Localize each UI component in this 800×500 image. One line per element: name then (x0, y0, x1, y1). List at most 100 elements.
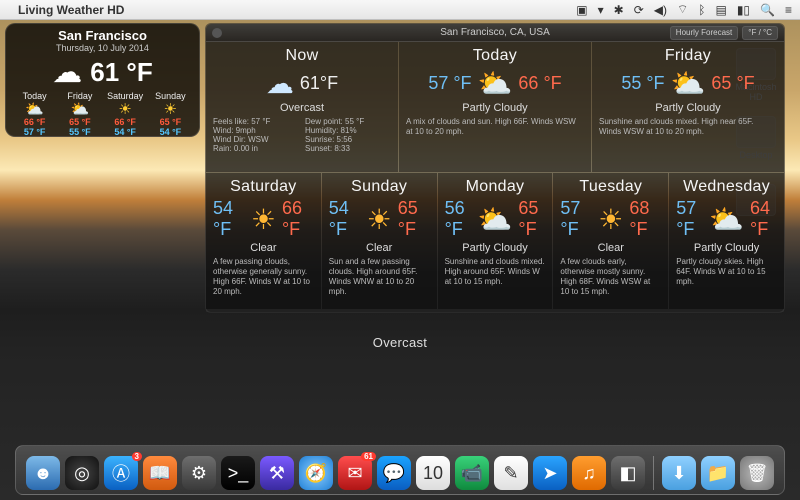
sunny-icon: ☀ (598, 203, 623, 236)
dock-terminal[interactable]: >_ (221, 456, 255, 490)
dock-itunes[interactable]: ♫ (572, 456, 606, 490)
widget-day-hi: 66 °F (103, 117, 148, 127)
detail-dew: Dew point: 55 °F (305, 117, 391, 126)
dock-facetime[interactable]: 📹 (455, 456, 489, 490)
launchpad-icon: ◎ (74, 463, 90, 484)
widget-day-name: Friday (57, 91, 102, 101)
dock-appstore[interactable]: Ⓐ3 (104, 456, 138, 490)
tile-condition: Partly Cloudy (676, 242, 777, 254)
hourly-forecast-button[interactable]: Hourly Forecast (670, 26, 738, 40)
dock-launchpad[interactable]: ◎ (65, 456, 99, 490)
volume-icon[interactable]: ◀) (654, 2, 667, 17)
mail-icon: ✉ (347, 463, 362, 484)
flag-icon[interactable]: ▤ (715, 2, 726, 17)
sync-icon[interactable]: ⟳ (634, 2, 644, 17)
trash-icon: 🗑 (746, 463, 769, 484)
evernote-icon[interactable]: ✱ (614, 2, 624, 17)
tile-lo-temp: 57 °F (428, 73, 471, 94)
airplay-icon[interactable]: ▣ (576, 2, 587, 17)
tile-hi-temp: 65 °F (398, 198, 430, 240)
ibooks-icon: 📖 (149, 463, 171, 484)
dock-calendar[interactable]: 10 (416, 456, 450, 490)
tile-hi-temp: 66 °F (518, 73, 561, 94)
tile-lo-temp: 55 °F (621, 73, 664, 94)
forecast-window: San Francisco, CA, USA Hourly Forecast °… (205, 23, 785, 313)
tile-lo-temp: 57 °F (676, 198, 703, 240)
menubar: Living Weather HD ▣ ▾ ✱ ⟳ ◀) ⌔ ᛒ ▤ ▮▯ 🔍 … (0, 0, 800, 20)
tile-title: Tuesday (560, 178, 661, 196)
tile-condition: Clear (560, 242, 661, 254)
spotlight-icon[interactable]: 🔍 (760, 2, 775, 17)
widget-location: San Francisco (12, 28, 193, 43)
sunny-icon: ☀ (103, 102, 148, 117)
notifications-icon[interactable]: ≡ (785, 2, 792, 17)
sunny-icon: ☀ (148, 102, 193, 117)
dock: ☻◎Ⓐ3📖⚙>_⚒🧭✉61💬10📹✎➤♫◧⬇📁🗑 (15, 445, 785, 495)
widget-day-lo: 55 °F (57, 127, 102, 137)
terminal-icon: >_ (228, 463, 249, 484)
tile-lo-temp: 56 °F (445, 198, 472, 240)
calendar-icon: 10 (423, 463, 443, 484)
weather-widget[interactable]: San Francisco Thursday, 10 July 2014 ☁ 6… (5, 23, 200, 137)
bluetooth-icon[interactable]: ᛒ (698, 2, 705, 17)
battery-icon[interactable]: ▮▯ (737, 2, 750, 17)
dock-mail[interactable]: ✉61 (338, 456, 372, 490)
dock-systemprefs[interactable]: ⚙ (182, 456, 216, 490)
tile-condition: Partly Cloudy (406, 102, 584, 114)
tile-condition: Partly Cloudy (445, 242, 546, 254)
tile-description: Sun and a few passing clouds. High aroun… (329, 257, 430, 297)
detail-humidity: Humidity: 81% (305, 126, 391, 135)
dock-notes[interactable]: ✎ (494, 456, 528, 490)
tile-description: A few clouds early, otherwise mostly sun… (560, 257, 661, 297)
dock-ibooks[interactable]: 📖 (143, 456, 177, 490)
facetime-icon: 📹 (461, 463, 483, 484)
detail-wind: Wind: 9mph (213, 126, 299, 135)
dock-messages[interactable]: 💬 (377, 456, 411, 490)
forecast-tile-wed: Wednesday 57 °F ⛅ 64 °F Partly Cloudy Pa… (669, 173, 784, 309)
tile-lo-temp: 57 °F (560, 198, 592, 240)
wifi-icon[interactable]: ⌔ (677, 2, 688, 17)
widget-day-name: Saturday (103, 91, 148, 101)
widget-day-hi: 65 °F (148, 117, 193, 127)
tile-hi-temp: 66 °F (282, 198, 314, 240)
detail-feels: Feels like: 57 °F (213, 117, 299, 126)
partly-sunny-icon: ⛅ (709, 203, 744, 236)
tile-title: Now (213, 47, 391, 65)
widget-day: Saturday ☀ 66 °F 54 °F (103, 91, 148, 137)
tile-title: Saturday (213, 178, 314, 196)
dock-xcode[interactable]: ⚒ (260, 456, 294, 490)
dock-app[interactable]: ◧ (611, 456, 645, 490)
forecast-tile-today: Today 57 °F ⛅ 66 °F Partly Cloudy A mix … (399, 42, 591, 172)
dock-downloads[interactable]: ⬇ (662, 456, 696, 490)
widget-current-temp: 61 °F (90, 57, 152, 88)
appstore-icon: Ⓐ (112, 460, 130, 486)
widget-day: Sunday ☀ 65 °F 54 °F (148, 91, 193, 137)
dock-maps[interactable]: ➤ (533, 456, 567, 490)
forecast-tile-mon: Monday 56 °F ⛅ 65 °F Partly Cloudy Sunsh… (438, 173, 553, 309)
tile-title: Monday (445, 178, 546, 196)
app-menu-title[interactable]: Living Weather HD (18, 3, 124, 17)
forecast-tile-tue: Tuesday 57 °F ☀ 68 °F Clear A few clouds… (553, 173, 668, 309)
window-titlebar[interactable]: San Francisco, CA, USA Hourly Forecast °… (206, 24, 784, 42)
partly-sunny-icon: ⛅ (12, 102, 57, 117)
systemprefs-icon: ⚙ (191, 463, 207, 484)
dock-folder[interactable]: 📁 (701, 456, 735, 490)
partly-sunny-icon: ⛅ (478, 203, 513, 236)
dropdown-icon[interactable]: ▾ (598, 2, 604, 17)
widget-day: Friday ⛅ 65 °F 55 °F (57, 91, 102, 137)
tile-description: Partly cloudy skies. High 64F. Winds W a… (676, 257, 777, 287)
tile-title: Today (406, 47, 584, 65)
tile-description: Sunshine and clouds mixed. High near 65F… (599, 117, 777, 137)
widget-day-hi: 65 °F (57, 117, 102, 127)
forecast-tile-fri: Friday 55 °F ⛅ 65 °F Partly Cloudy Sunsh… (592, 42, 784, 172)
tile-condition: Partly Cloudy (599, 102, 777, 114)
dock-safari[interactable]: 🧭 (299, 456, 333, 490)
now-condition: Overcast (213, 102, 391, 114)
dock-trash[interactable]: 🗑 (740, 456, 774, 490)
unit-toggle-button[interactable]: °F / °C (742, 26, 778, 40)
detail-winddir: Wind Dir: WSW (213, 135, 299, 144)
widget-day: Today ⛅ 66 °F 57 °F (12, 91, 57, 137)
badge: 61 (361, 452, 376, 461)
partly-sunny-icon: ⛅ (671, 67, 706, 100)
dock-finder[interactable]: ☻ (26, 456, 60, 490)
